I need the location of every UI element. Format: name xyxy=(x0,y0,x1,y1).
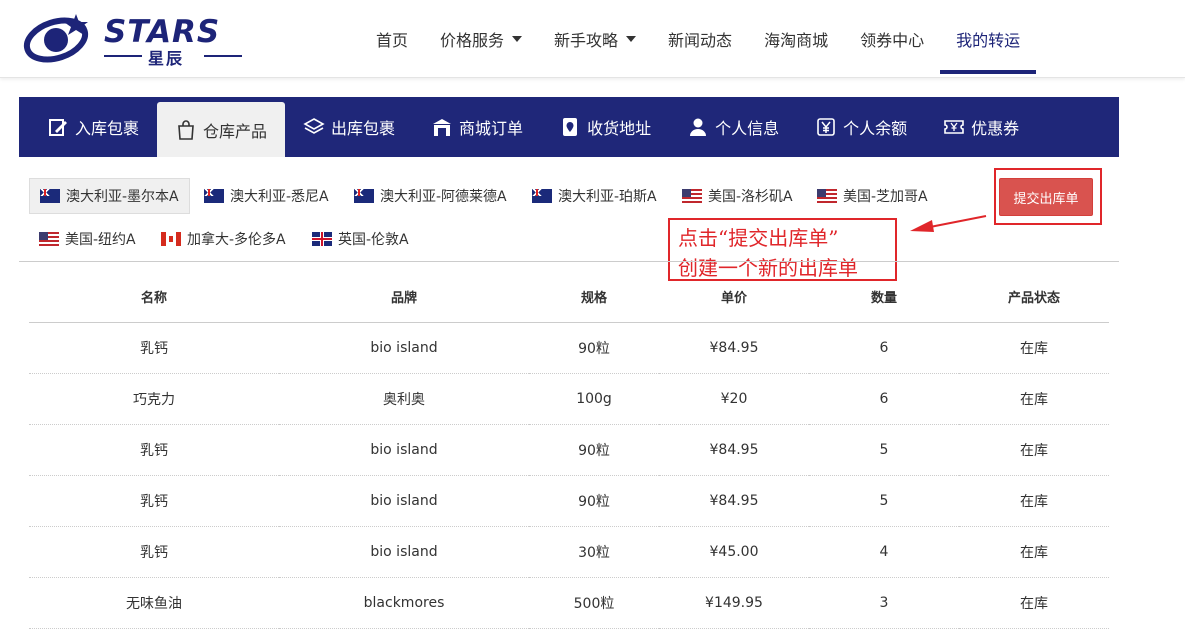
warehouse-chip[interactable]: 英国-伦敦A xyxy=(302,221,419,257)
main-nav: 首页 价格服务 新手攻略 新闻动态 海淘商城 领券中心 我的转运 xyxy=(360,0,1037,78)
bag-icon xyxy=(178,119,194,140)
warehouse-chip[interactable]: 澳大利亚-珀斯A xyxy=(522,178,667,214)
uk-flag-icon xyxy=(312,232,332,246)
account-tabbar: 入库包裹 仓库产品 出库包裹 商城订单 收货地址 个人信息 个人余额 优惠券 xyxy=(19,97,1119,157)
user-icon xyxy=(690,118,707,136)
tab-personal-info[interactable]: 个人信息 xyxy=(669,97,797,157)
warehouse-chip[interactable]: 美国-洛杉矶A xyxy=(672,178,803,214)
tab-balance[interactable]: 个人余额 xyxy=(797,97,925,157)
usa-flag-icon xyxy=(39,232,59,246)
caret-down-icon xyxy=(626,36,637,42)
table-row: 乳钙 bio island 90粒 ¥84.95 5 在库 xyxy=(29,475,1109,527)
store-icon xyxy=(433,119,452,136)
warehouse-chip[interactable]: 加拿大-多伦多A xyxy=(151,221,296,257)
col-qty: 数量 xyxy=(809,272,959,323)
canada-flag-icon xyxy=(161,232,181,246)
divider xyxy=(19,261,1119,262)
tab-mall-orders[interactable]: 商城订单 xyxy=(413,97,541,157)
warehouse-chip[interactable]: 澳大利亚-阿德莱德A xyxy=(344,178,517,214)
usa-flag-icon xyxy=(682,189,702,203)
warehouse-chip[interactable]: 澳大利亚-墨尔本A xyxy=(29,178,190,214)
nav-home[interactable]: 首页 xyxy=(360,0,424,78)
warehouse-chip[interactable]: 美国-芝加哥A xyxy=(807,178,938,214)
table-header-row: 名称 品牌 规格 单价 数量 产品状态 xyxy=(29,272,1109,323)
submit-highlight-box: 提交出库单 xyxy=(994,168,1102,225)
stars-logo[interactable]: STARS 星辰 xyxy=(20,10,250,68)
australia-flag-icon xyxy=(204,189,224,203)
tab-shipping-address[interactable]: 收货地址 xyxy=(541,97,669,157)
nav-my-transfer[interactable]: 我的转运 xyxy=(940,0,1037,78)
col-price: 单价 xyxy=(659,272,809,323)
table-row: 乳钙 bio island 90粒 ¥84.95 6 在库 xyxy=(29,322,1109,374)
site-header: STARS 星辰 首页 价格服务 新手攻略 新闻动态 海淘商城 领券中心 我的转… xyxy=(0,0,1185,78)
annotation-line-1: 点击“提交出库单” xyxy=(678,226,839,250)
warehouse-chip[interactable]: 澳大利亚-悉尼A xyxy=(194,178,339,214)
orbit-logo-icon xyxy=(23,14,89,63)
brand-cn: 星辰 xyxy=(148,49,185,68)
nav-guide[interactable]: 新手攻略 xyxy=(538,0,652,78)
usa-flag-icon xyxy=(817,189,837,203)
table-row: 巧克力 奥利奥 100g ¥20 6 在库 xyxy=(29,373,1109,425)
nav-pricing[interactable]: 价格服务 xyxy=(424,0,538,78)
caret-down-icon xyxy=(512,36,523,42)
warehouse-chip[interactable]: 美国-纽约A xyxy=(29,221,146,257)
submit-outbound-order-button[interactable]: 提交出库单 xyxy=(999,178,1093,216)
table-row: 乳钙 bio island 30粒 ¥45.00 4 在库 xyxy=(29,526,1109,578)
tab-inbound-packages[interactable]: 入库包裹 xyxy=(29,97,157,157)
table-row: 乳钙 bio island 90粒 ¥84.95 5 在库 xyxy=(29,424,1109,476)
coupon-icon xyxy=(944,120,964,134)
yen-icon xyxy=(817,118,835,136)
australia-flag-icon xyxy=(354,189,374,203)
tab-warehouse-products[interactable]: 仓库产品 xyxy=(157,102,286,157)
australia-flag-icon xyxy=(40,189,60,203)
col-spec: 规格 xyxy=(529,272,659,323)
nav-coupons[interactable]: 领券中心 xyxy=(844,0,940,78)
edit-icon xyxy=(49,119,67,136)
tab-outbound-packages[interactable]: 出库包裹 xyxy=(285,97,413,157)
annotation-arrow-icon xyxy=(910,215,987,232)
australia-flag-icon xyxy=(532,189,552,203)
col-brand: 品牌 xyxy=(279,272,529,323)
layers-icon xyxy=(303,118,325,134)
products-table: 名称 品牌 规格 单价 数量 产品状态 乳钙 bio island 90粒 ¥84.9… xyxy=(29,272,1109,629)
col-status: 产品状态 xyxy=(959,272,1109,323)
table-row: 无味鱼油 blackmores 500粒 ¥149.95 3 在库 xyxy=(29,577,1109,629)
col-name: 名称 xyxy=(29,272,279,323)
nav-mall[interactable]: 海淘商城 xyxy=(748,0,844,78)
location-icon xyxy=(563,118,578,136)
nav-news[interactable]: 新闻动态 xyxy=(652,0,748,78)
tab-coupons[interactable]: 优惠券 xyxy=(925,97,1037,157)
